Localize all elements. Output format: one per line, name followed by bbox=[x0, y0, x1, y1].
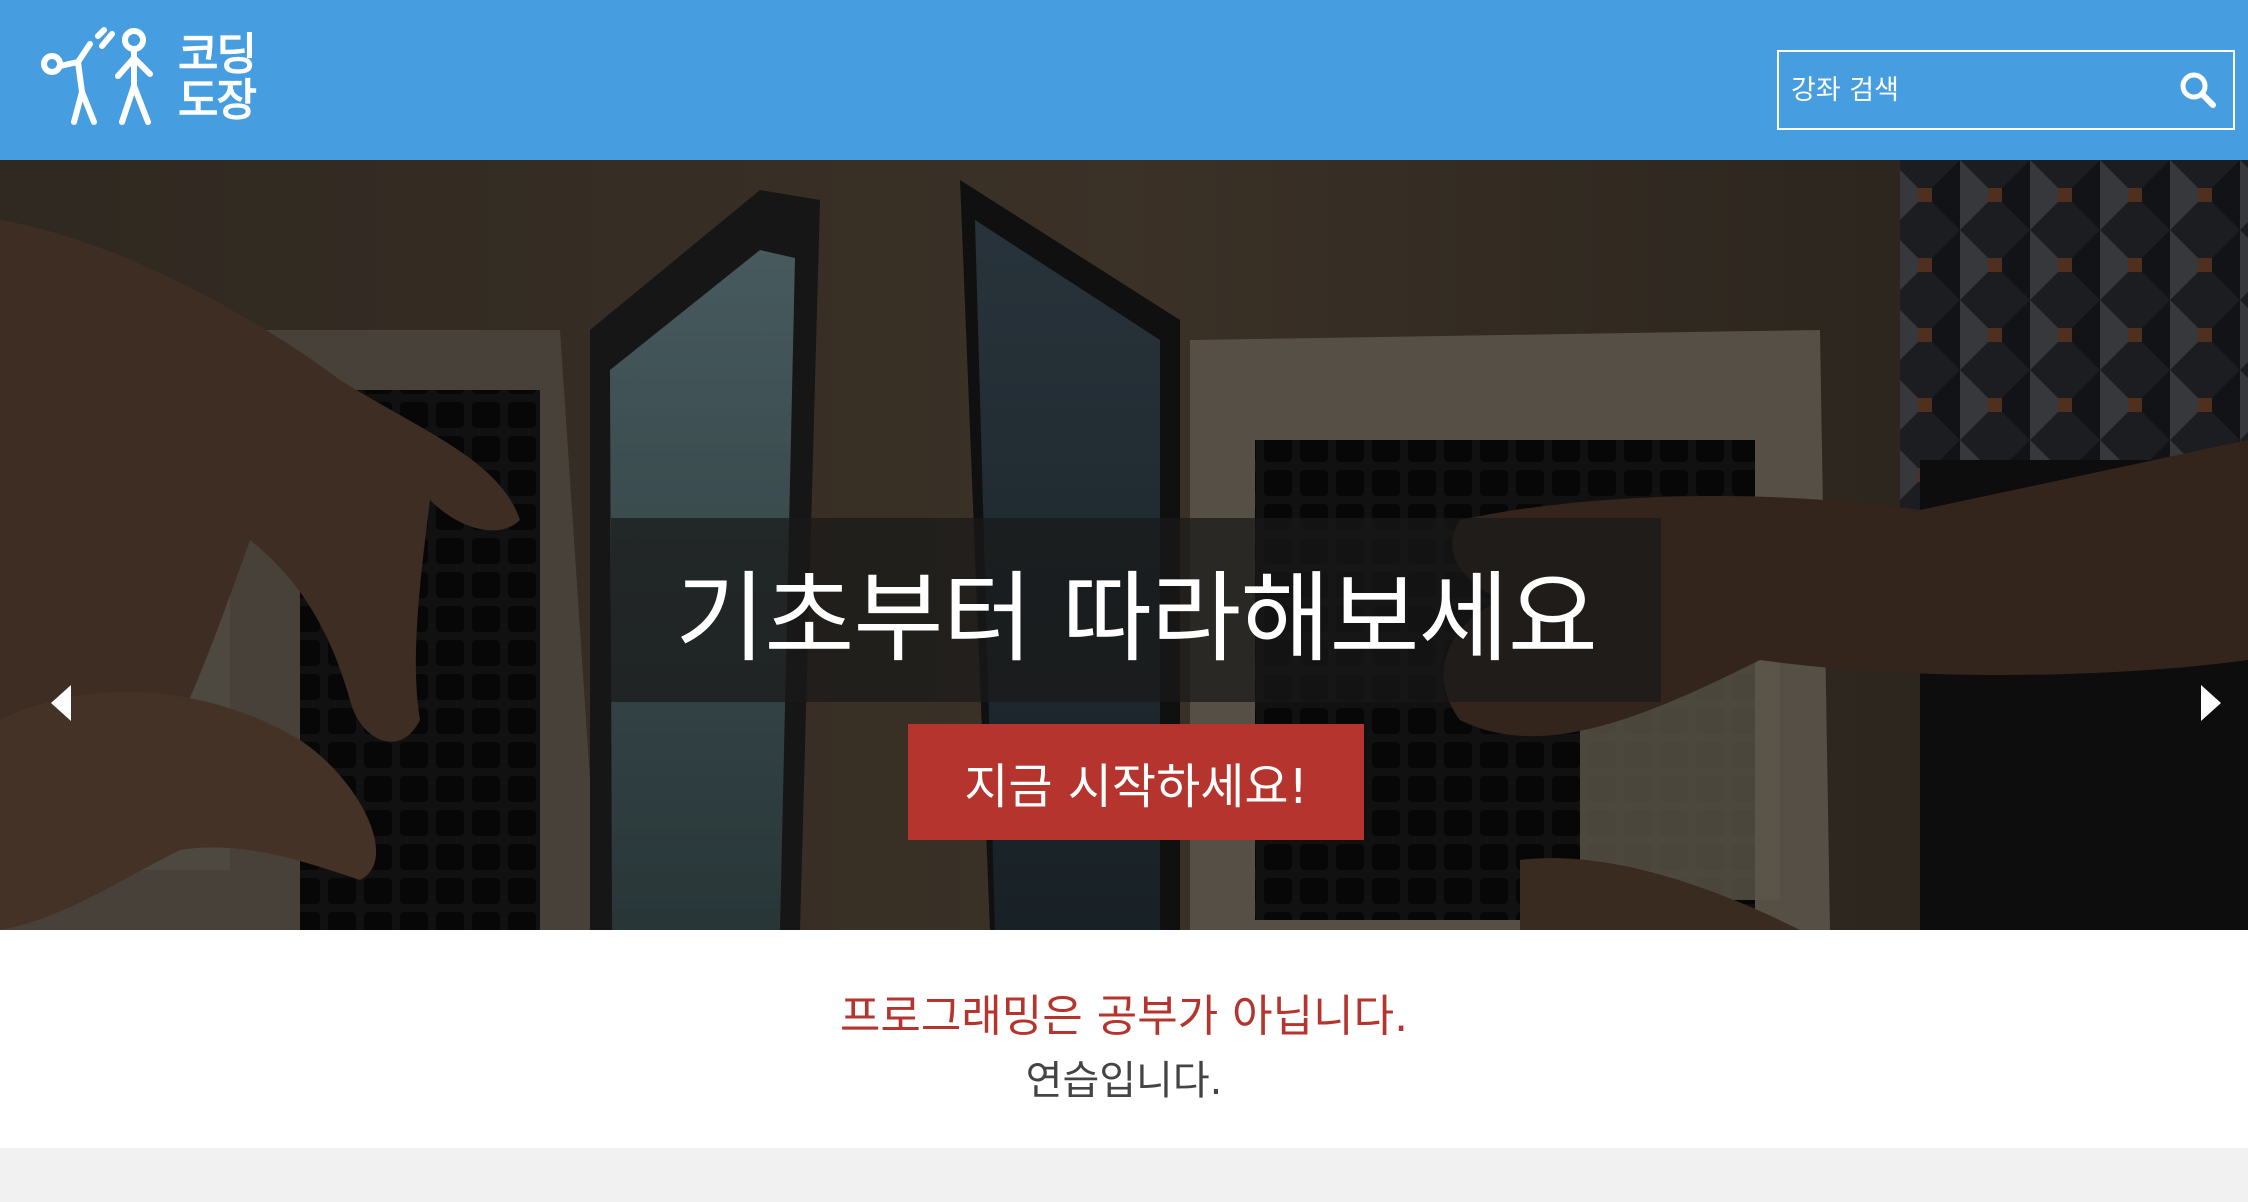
hero-title-box: 기초부터 따라해보세요 bbox=[611, 518, 1661, 702]
search-input[interactable] bbox=[1779, 52, 2163, 128]
tagline-section: 프로그래밍은 공부가 아닙니다. 연습입니다. bbox=[0, 930, 2248, 1148]
chevron-right-icon bbox=[2201, 685, 2221, 721]
site-logo[interactable]: 코딩 도장 bbox=[38, 26, 278, 130]
tagline-subline: 연습입니다. bbox=[1025, 1058, 1223, 1104]
carousel-prev-button[interactable] bbox=[36, 678, 86, 728]
hero-title: 기초부터 따라해보세요 bbox=[675, 562, 1598, 676]
search-icon bbox=[2180, 72, 2216, 108]
logo-text-line1: 코딩 bbox=[178, 29, 257, 80]
logo-text: 코딩 도장 bbox=[178, 29, 257, 126]
chevron-left-icon bbox=[51, 685, 71, 721]
carousel-next-button[interactable] bbox=[2186, 678, 2236, 728]
logo-figures-icon bbox=[41, 27, 153, 125]
site-header: 코딩 도장 bbox=[0, 0, 2248, 160]
section-divider bbox=[0, 1148, 2248, 1202]
search-button[interactable] bbox=[2163, 52, 2233, 128]
start-now-button[interactable]: 지금 시작하세요! bbox=[908, 724, 1364, 840]
search-box bbox=[1777, 50, 2235, 130]
tagline-headline: 프로그래밍은 공부가 아닙니다. bbox=[839, 991, 1409, 1042]
logo-text-line2: 도장 bbox=[178, 75, 257, 126]
